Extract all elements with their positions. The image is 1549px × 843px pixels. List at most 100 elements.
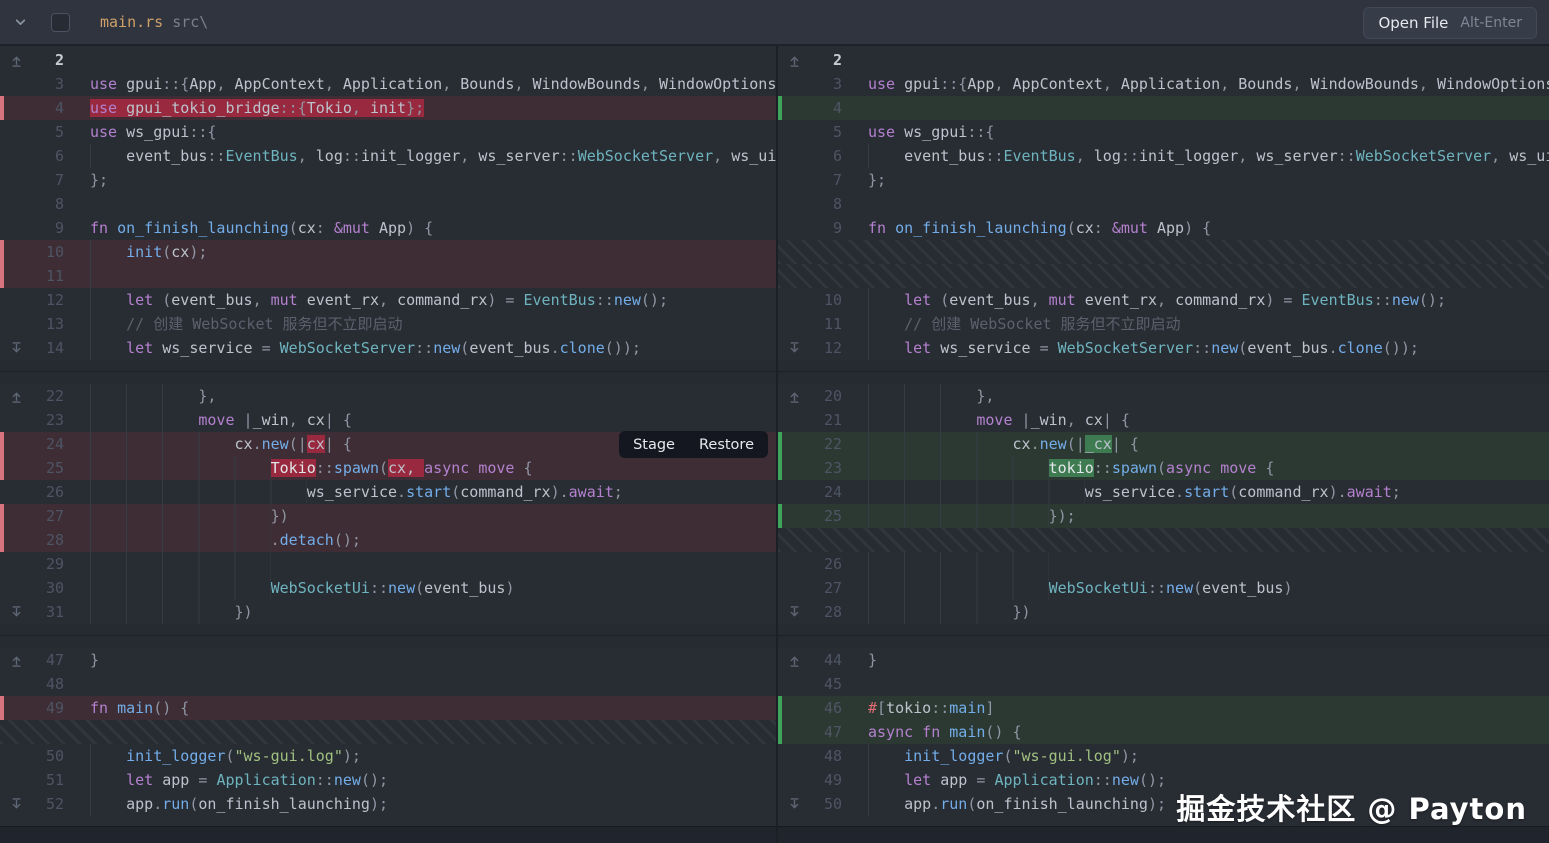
expand-down-icon[interactable] bbox=[782, 336, 806, 360]
code-row[interactable]: 27 WebSocketUi::new(event_bus) bbox=[778, 576, 1549, 600]
code-line[interactable]: fn on_finish_launching(cx: &mut App) { bbox=[868, 216, 1549, 240]
code-row[interactable]: 48 init_logger("ws-gui.log"); bbox=[778, 744, 1549, 768]
code-line[interactable] bbox=[868, 48, 1549, 72]
code-line[interactable]: }; bbox=[868, 168, 1549, 192]
code-line[interactable]: .detach(); bbox=[90, 528, 777, 552]
expand-down-icon[interactable] bbox=[4, 792, 28, 816]
code-row[interactable]: 12 let ws_service = WebSocketServer::new… bbox=[778, 336, 1549, 360]
line-number[interactable]: 26 bbox=[806, 552, 842, 576]
code-line[interactable] bbox=[868, 96, 1549, 120]
code-row[interactable]: 12 let (event_bus, mut event_rx, command… bbox=[0, 288, 777, 312]
line-number[interactable]: 6 bbox=[28, 144, 64, 168]
code-line[interactable]: } bbox=[868, 648, 1549, 672]
code-line[interactable]: // 创建 WebSocket 服务但不立即启动 bbox=[90, 312, 777, 336]
expand-down-icon[interactable] bbox=[782, 792, 806, 816]
code-row[interactable]: 2 bbox=[0, 48, 777, 72]
code-row[interactable]: 6 event_bus::EventBus, log::init_logger,… bbox=[0, 144, 777, 168]
code-line[interactable]: move |_win, cx| { bbox=[90, 408, 777, 432]
code-line[interactable]: init(cx); bbox=[90, 240, 777, 264]
code-line[interactable]: use gpui::{App, AppContext, Application,… bbox=[90, 72, 777, 96]
line-number[interactable]: 3 bbox=[806, 72, 842, 96]
code-line[interactable] bbox=[868, 192, 1549, 216]
line-number[interactable]: 20 bbox=[806, 384, 842, 408]
line-number[interactable]: 21 bbox=[806, 408, 842, 432]
code-line[interactable]: }; bbox=[90, 168, 777, 192]
line-number[interactable]: 29 bbox=[28, 552, 64, 576]
code-row[interactable]: 27 }) bbox=[0, 504, 777, 528]
code-row[interactable]: 22 }, bbox=[0, 384, 777, 408]
code-line[interactable] bbox=[90, 264, 777, 288]
code-row[interactable]: 20 }, bbox=[778, 384, 1549, 408]
code-row[interactable]: 9 fn on_finish_launching(cx: &mut App) { bbox=[778, 216, 1549, 240]
code-row[interactable]: 4 use gpui_tokio_bridge::{Tokio, init}; bbox=[0, 96, 777, 120]
expand-up-icon[interactable] bbox=[4, 648, 28, 672]
code-row[interactable]: 10 init(cx); bbox=[0, 240, 777, 264]
code-line[interactable]: let ws_service = WebSocketServer::new(ev… bbox=[90, 336, 777, 360]
code-line[interactable] bbox=[90, 672, 777, 696]
code-row[interactable]: 29 bbox=[0, 552, 777, 576]
line-number[interactable]: 25 bbox=[806, 504, 842, 528]
expand-up-icon[interactable] bbox=[782, 648, 806, 672]
line-number[interactable]: 24 bbox=[806, 480, 842, 504]
expand-down-icon[interactable] bbox=[4, 336, 28, 360]
code-row[interactable]: 26 bbox=[778, 552, 1549, 576]
line-number[interactable]: 3 bbox=[28, 72, 64, 96]
code-line[interactable] bbox=[868, 552, 1549, 576]
line-number[interactable]: 12 bbox=[28, 288, 64, 312]
line-number[interactable]: 4 bbox=[806, 96, 842, 120]
expand-down-icon[interactable] bbox=[782, 600, 806, 624]
code-line[interactable]: WebSocketUi::new(event_bus) bbox=[90, 576, 777, 600]
code-line[interactable]: use gpui::{App, AppContext, Application,… bbox=[868, 72, 1549, 96]
code-line[interactable]: use ws_gpui::{ bbox=[90, 120, 777, 144]
line-number[interactable]: 44 bbox=[806, 648, 842, 672]
line-number[interactable]: 8 bbox=[28, 192, 64, 216]
code-line[interactable]: use gpui_tokio_bridge::{Tokio, init}; bbox=[90, 96, 777, 120]
code-line[interactable] bbox=[90, 192, 777, 216]
line-number[interactable]: 22 bbox=[28, 384, 64, 408]
line-number[interactable]: 28 bbox=[806, 600, 842, 624]
line-number[interactable]: 5 bbox=[28, 120, 64, 144]
code-row[interactable]: 7}; bbox=[778, 168, 1549, 192]
line-number[interactable]: 7 bbox=[806, 168, 842, 192]
code-row[interactable]: 23 tokio::spawn(async move { bbox=[778, 456, 1549, 480]
line-number[interactable]: 2 bbox=[28, 48, 64, 72]
line-number[interactable]: 25 bbox=[28, 456, 64, 480]
code-line[interactable]: let (event_bus, mut event_rx, command_rx… bbox=[868, 288, 1549, 312]
code-line[interactable]: Tokio::spawn(cx, async move { bbox=[90, 456, 777, 480]
code-row[interactable]: 13 // 创建 WebSocket 服务但不立即启动 bbox=[0, 312, 777, 336]
line-number[interactable]: 14 bbox=[28, 336, 64, 360]
collapse-chevron-icon[interactable] bbox=[14, 16, 27, 29]
restore-button[interactable]: Restore bbox=[699, 437, 754, 453]
stage-button[interactable]: Stage bbox=[633, 437, 675, 453]
code-row[interactable]: 7}; bbox=[0, 168, 777, 192]
line-number[interactable]: 49 bbox=[28, 696, 64, 720]
code-row[interactable]: 2 bbox=[778, 48, 1549, 72]
code-row[interactable]: 44} bbox=[778, 648, 1549, 672]
code-line[interactable]: WebSocketUi::new(event_bus) bbox=[868, 576, 1549, 600]
line-number[interactable]: 48 bbox=[806, 744, 842, 768]
code-row[interactable]: 28 .detach(); bbox=[0, 528, 777, 552]
code-line[interactable]: } bbox=[90, 648, 777, 672]
code-row[interactable]: 9 fn on_finish_launching(cx: &mut App) { bbox=[0, 216, 777, 240]
code-line[interactable]: event_bus::EventBus, log::init_logger, w… bbox=[868, 144, 1549, 168]
code-row[interactable]: 24 ws_service.start(command_rx).await; bbox=[778, 480, 1549, 504]
line-number[interactable]: 6 bbox=[806, 144, 842, 168]
stage-checkbox[interactable] bbox=[51, 12, 70, 32]
line-number[interactable]: 13 bbox=[28, 312, 64, 336]
code-line[interactable]: }) bbox=[868, 600, 1549, 624]
expand-down-icon[interactable] bbox=[4, 600, 28, 624]
code-row[interactable]: 3 use gpui::{App, AppContext, Application… bbox=[0, 72, 777, 96]
line-number[interactable]: 12 bbox=[806, 336, 842, 360]
line-number[interactable]: 31 bbox=[28, 600, 64, 624]
code-row[interactable]: 31 }) bbox=[0, 600, 777, 624]
line-number[interactable]: 28 bbox=[28, 528, 64, 552]
code-row[interactable]: 45 bbox=[778, 672, 1549, 696]
code-line[interactable]: app.run(on_finish_launching); bbox=[90, 792, 777, 816]
code-line[interactable]: init_logger("ws-gui.log"); bbox=[868, 744, 1549, 768]
code-row[interactable]: 10 let (event_bus, mut event_rx, command… bbox=[778, 288, 1549, 312]
code-row[interactable]: 23 move |_win, cx| { bbox=[0, 408, 777, 432]
code-line[interactable]: event_bus::EventBus, log::init_logger, w… bbox=[90, 144, 777, 168]
code-line[interactable]: ws_service.start(command_rx).await; bbox=[868, 480, 1549, 504]
line-number[interactable]: 51 bbox=[28, 768, 64, 792]
code-line[interactable] bbox=[90, 48, 777, 72]
